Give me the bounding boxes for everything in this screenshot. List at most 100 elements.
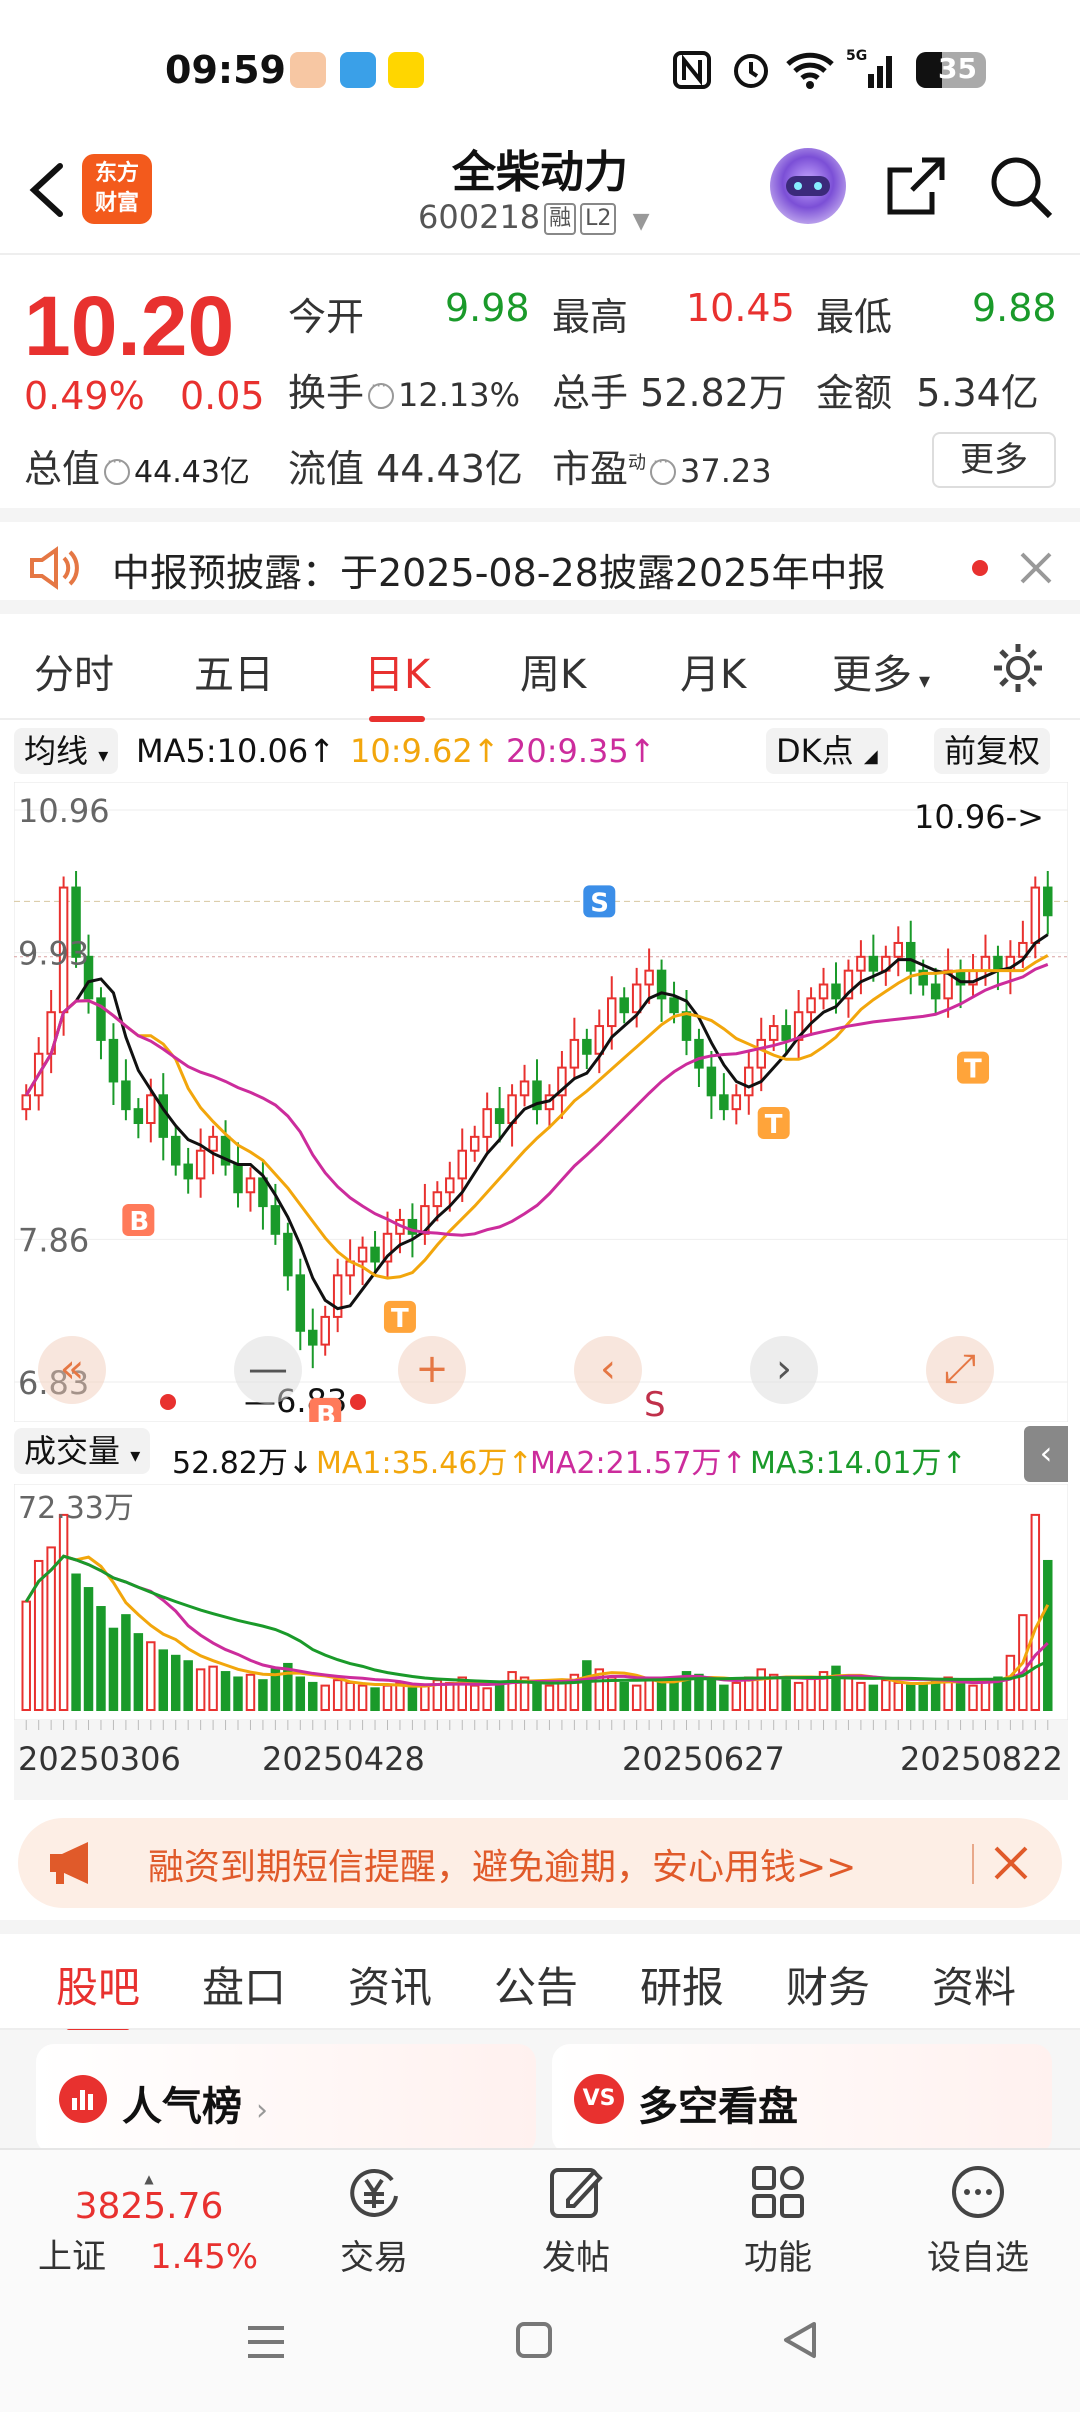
candle-body [158,1094,169,1138]
volume-bar [395,1681,405,1711]
nav-post[interactable]: 发帖 [506,2162,646,2279]
ma-selector[interactable]: 均线 ▾ [14,728,119,774]
tab-five-day[interactable]: 五日 [194,642,274,700]
ai-assistant-icon[interactable] [770,148,846,224]
volume-current: 52.82万↓ [172,1446,314,1481]
tab-monthly-k[interactable]: 月K [680,642,746,700]
candle-body [21,1094,31,1111]
more-button[interactable]: 更多 [932,432,1056,488]
scroll-right-button[interactable]: › [750,1336,818,1404]
scroll-left-button[interactable]: ‹ [574,1336,642,1404]
alarm-icon [734,54,768,88]
popularity-card[interactable]: 人气榜 › [36,2044,536,2154]
stock-code[interactable]: 600218 融 L2 ▼ [418,198,650,236]
nav-watchlist[interactable]: 设自选 [908,2162,1048,2279]
nav-function[interactable]: 功能 [708,2162,848,2279]
volume-ma1: MA1:35.46万↑ [316,1446,533,1481]
high-value: 10.45 [686,286,795,330]
status-bar: 09:59 5G 35 [0,0,1080,130]
notice-text: 中报预披露：于2025-08-28披露2025年中报 [112,551,886,595]
zoom-in-button[interactable]: + [398,1336,466,1404]
volume-selector[interactable]: 成交量 ▾ [14,1428,151,1474]
candle-body [445,1177,455,1194]
volume-bar [532,1681,542,1711]
collapse-panel-button[interactable]: ‹ [1024,1426,1068,1482]
volume-bar [905,1684,916,1712]
tab-daily-k[interactable]: 日K [364,642,430,722]
volume-bar [507,1671,517,1712]
date-label-2: 20250428 [262,1740,425,1778]
candle-body [631,983,642,1014]
open-label: 今开 [288,295,365,339]
tab-intraday[interactable]: 分时 [34,642,114,700]
tab-profile[interactable]: 资料 [932,1954,1016,2015]
volume-bar [893,1681,904,1711]
divider [972,1844,974,1884]
candle-body [706,1066,717,1097]
volume-chart[interactable]: 72.33万 [13,1483,1069,1721]
volume-bar [407,1687,418,1711]
date-label-1: 20250306 [18,1740,181,1778]
chevron-down-icon: ▼ [632,209,650,234]
tab-pankou[interactable]: 盘口 [202,1954,286,2015]
more-dots-icon [952,2166,1004,2218]
fullscreen-button[interactable]: ⤢ [926,1336,994,1404]
date-label-4: 20250822 [900,1740,1063,1778]
candle-body [146,1094,156,1125]
tab-research[interactable]: 研报 [640,1954,724,2015]
volume-bar [843,1676,854,1712]
notice-banner[interactable]: 中报预披露：于2025-08-28披露2025年中报 [0,508,1080,614]
wifi-icon [786,52,834,89]
tab-weekly-k[interactable]: 周K [520,642,586,700]
tab-guba[interactable]: 股吧 [56,1954,140,2035]
volume-bar [121,1614,131,1711]
chart-period-tabs: 分时 五日 日K 周K 月K 更多 ▾ [0,620,1080,722]
tab-more[interactable]: 更多 ▾ [832,642,930,700]
volume-bar [220,1671,231,1712]
candle-body [744,1066,754,1097]
back-icon[interactable] [780,2320,820,2360]
tab-news[interactable]: 资讯 [348,1954,432,2015]
menu-icon[interactable] [244,2322,288,2362]
volume-bar [619,1681,629,1711]
candle-body [370,1246,380,1263]
dk-points-button[interactable]: DK点 ◢ [766,728,888,774]
settings-gear-icon[interactable] [990,640,1046,696]
home-icon[interactable] [514,2320,554,2360]
volume-bar [233,1676,243,1712]
volume-bar [756,1668,766,1711]
signal-icon: 5G [846,48,892,88]
battery-icon: 35 [916,52,986,88]
volume-bar [831,1665,841,1711]
close-icon[interactable] [992,1844,1030,1882]
svg-text:5G: 5G [846,48,867,64]
nfc-icon [673,51,711,89]
speaker-icon [30,546,79,590]
tab-announcements[interactable]: 公告 [494,1954,578,2015]
forward-adjust-button[interactable]: 前复权 [934,728,1051,774]
kline-chart[interactable]: 10.96 9.93 7.86 6.83 10.96-> —6.83 S B B T S T T « —… [13,781,1069,1431]
index-ticker[interactable]: ▲ 3825.76 上证 1.45% [24,2172,274,2278]
candle-body [868,955,879,972]
close-icon[interactable] [1018,550,1054,586]
grid-icon [752,2166,804,2218]
volume-bar [1005,1654,1016,1711]
share-icon[interactable] [882,154,948,220]
promo-banner[interactable]: 融资到期短信提醒，避免逾期，安心用钱>> [18,1818,1062,1908]
scroll-left-fast-button[interactable]: « [38,1336,106,1404]
tab-finance[interactable]: 财务 [786,1954,870,2015]
search-icon[interactable] [986,152,1056,222]
candle-body [482,1108,492,1138]
volume-bar [445,1681,455,1711]
zoom-out-button[interactable]: — [234,1336,302,1404]
volume-bar [295,1676,306,1712]
bull-bear-card[interactable]: VS 多空看盘 [552,2044,1052,2154]
volume-bar [146,1641,156,1711]
candle-body [856,955,866,972]
nav-trade[interactable]: 交易 [304,2162,444,2279]
volume-bar [320,1684,330,1712]
volume-bar [582,1660,592,1711]
volume-bar [469,1684,480,1712]
signal-badge-label: B [316,1401,336,1422]
open-value: 9.98 [445,286,530,330]
